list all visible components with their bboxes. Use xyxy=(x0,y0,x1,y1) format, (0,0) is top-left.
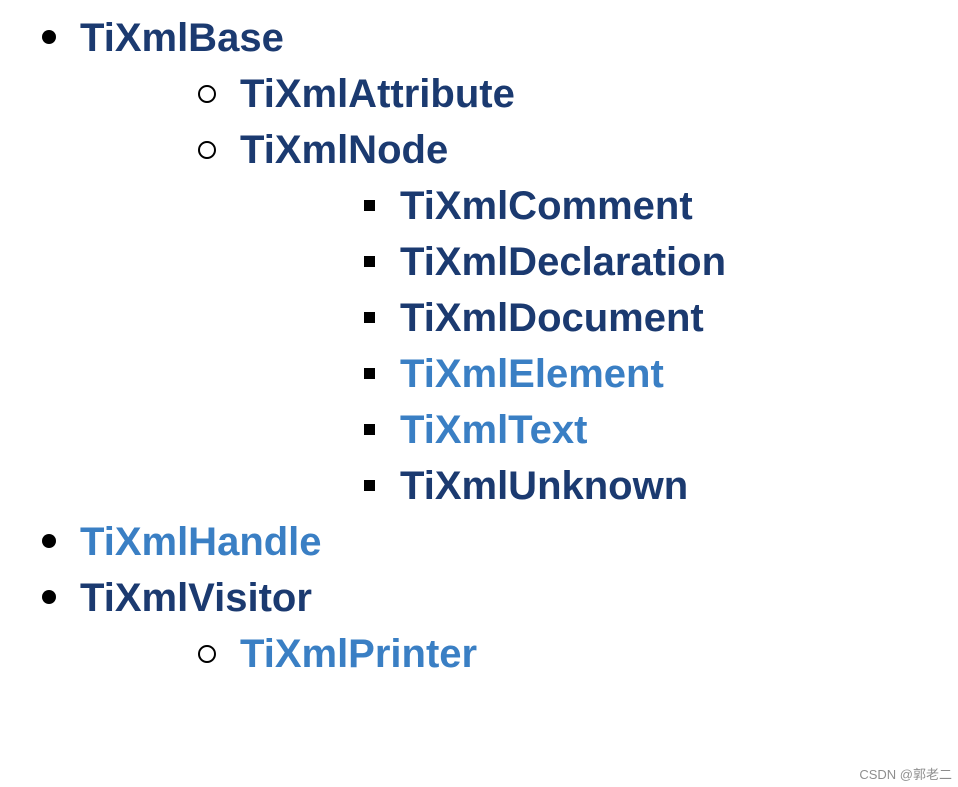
list-item: TiXmlElement xyxy=(400,346,958,402)
class-name[interactable]: TiXmlPrinter xyxy=(240,632,477,676)
class-name[interactable]: TiXmlText xyxy=(400,408,587,452)
class-name[interactable]: TiXmlUnknown xyxy=(400,464,688,508)
list-item: TiXmlDocument xyxy=(400,290,958,346)
list-item: TiXmlComment xyxy=(400,178,958,234)
class-name[interactable]: TiXmlComment xyxy=(400,184,693,228)
list-item: TiXmlDeclaration xyxy=(400,234,958,290)
class-name[interactable]: TiXmlNode xyxy=(240,128,448,172)
class-name[interactable]: TiXmlDocument xyxy=(400,296,704,340)
list-item: TiXmlNode TiXmlComment TiXmlDeclaration … xyxy=(240,122,958,514)
class-name[interactable]: TiXmlHandle xyxy=(80,520,322,564)
class-name[interactable]: TiXmlDeclaration xyxy=(400,240,726,284)
list-item: TiXmlAttribute xyxy=(240,66,958,122)
subclass-list: TiXmlPrinter xyxy=(80,626,958,682)
watermark-text: CSDN @郭老二 xyxy=(859,764,952,783)
class-name[interactable]: TiXmlAttribute xyxy=(240,72,515,116)
list-item: TiXmlBase TiXmlAttribute TiXmlNode TiXml… xyxy=(80,10,958,514)
list-item: TiXmlText xyxy=(400,402,958,458)
list-item: TiXmlHandle xyxy=(80,514,958,570)
class-name[interactable]: TiXmlElement xyxy=(400,352,664,396)
list-item: TiXmlVisitor TiXmlPrinter xyxy=(80,570,958,682)
list-item: TiXmlPrinter xyxy=(240,626,958,682)
class-name[interactable]: TiXmlVisitor xyxy=(80,576,312,620)
subclass-list: TiXmlAttribute TiXmlNode TiXmlComment Ti… xyxy=(80,66,958,514)
subclass-list: TiXmlComment TiXmlDeclaration TiXmlDocum… xyxy=(240,178,958,514)
class-hierarchy-list: TiXmlBase TiXmlAttribute TiXmlNode TiXml… xyxy=(0,10,958,682)
class-name[interactable]: TiXmlBase xyxy=(80,16,284,60)
list-item: TiXmlUnknown xyxy=(400,458,958,514)
